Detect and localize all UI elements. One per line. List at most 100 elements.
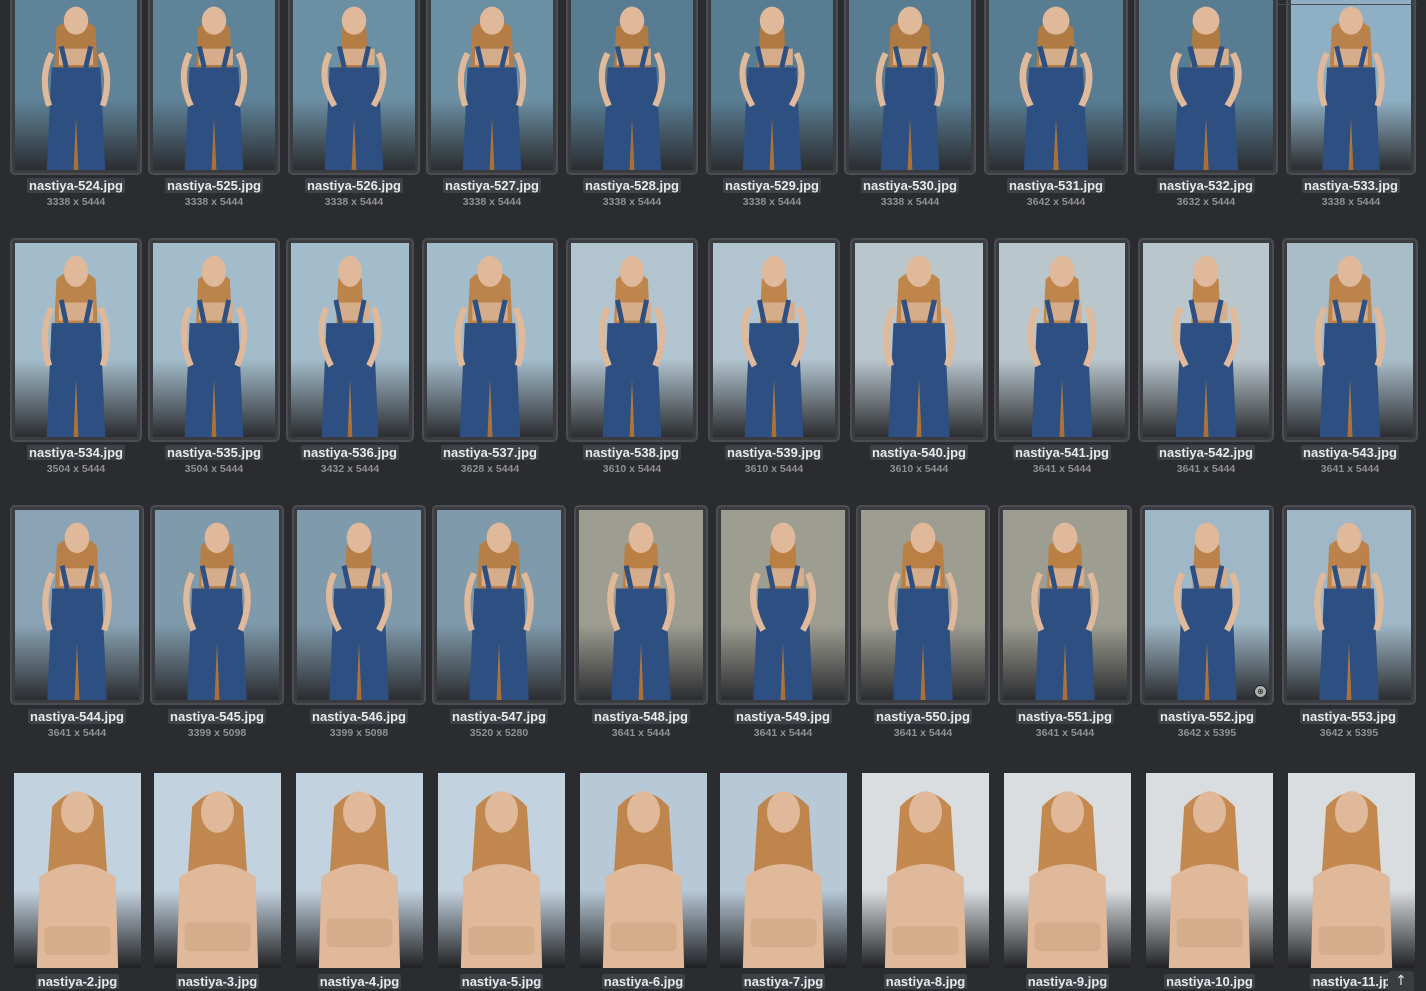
thumbnail-image[interactable] [1004,773,1131,968]
thumbnail-image[interactable] [438,773,565,968]
photo-preview [721,510,845,700]
thumbnail-dimensions: 3399 x 5098 [329,727,389,739]
thumbnail-filename: nastiya-524.jpg [0,178,152,193]
thumbnail-image[interactable]: ⊕ [1140,505,1274,705]
filename-label: nastiya-527.jpg [443,178,541,193]
thumbnail-dimensions: 3642 x 5395 [1319,727,1379,739]
thumbnail-filename: nastiya-542.jpg [1128,445,1284,460]
filename-label: nastiya-5.jpg [459,974,544,989]
thumbnail-image[interactable] [998,505,1132,705]
thumbnail-image[interactable] [286,238,414,442]
thumbnail-filename: nastiya-528.jpg [556,178,708,193]
thumbnail-image[interactable] [566,238,698,442]
thumbnail-filename: nastiya-539.jpg [698,445,850,460]
thumbnail-image[interactable] [1134,0,1278,175]
thumbnail-dimensions: 3641 x 5444 [611,727,671,739]
thumbnail-image[interactable] [432,505,566,705]
filename-label: nastiya-544.jpg [28,709,126,724]
thumbnail-image[interactable] [856,505,990,705]
filename-label: nastiya-541.jpg [1013,445,1111,460]
thumbnail-image[interactable] [288,0,420,175]
thumbnail-image[interactable] [422,238,558,442]
thumbnail-image[interactable] [1286,0,1416,175]
photo-preview [427,243,553,437]
scroll-to-top-button[interactable]: ↑ [1388,971,1414,991]
thumbnail-dimensions: 3338 x 5444 [46,196,106,208]
filename-label: nastiya-536.jpg [301,445,399,460]
filename-label: nastiya-10.jpg [1164,974,1255,989]
thumbnail-dimensions: 3338 x 5444 [184,196,244,208]
thumbnail-image[interactable] [850,238,988,442]
photo-preview [849,0,971,170]
thumbnail-filename: nastiya-536.jpg [276,445,424,460]
photo-preview [291,243,409,437]
filename-label: nastiya-524.jpg [27,178,125,193]
thumbnail-filename: nastiya-527.jpg [416,178,568,193]
thumbnail-image[interactable] [574,505,708,705]
thumbnail-image[interactable] [10,0,142,175]
thumbnail-image[interactable] [1138,238,1274,442]
thumbnail-image[interactable] [292,505,426,705]
filename-label: nastiya-546.jpg [310,709,408,724]
thumbnail-dimensions: 3520 x 5280 [469,727,529,739]
filename-label: nastiya-539.jpg [725,445,823,460]
thumbnail-filename: nastiya-9.jpg [994,974,1141,989]
filename-label: nastiya-551.jpg [1016,709,1114,724]
thumbnail-dimensions: 3338 x 5444 [1321,196,1381,208]
photo-preview [1139,0,1273,170]
photo-preview [15,510,139,700]
thumbnail-image[interactable] [1282,505,1416,705]
thumbnail-image[interactable] [148,238,280,442]
thumbnail-image[interactable] [148,0,280,175]
thumbnail-image[interactable] [580,773,707,968]
thumbnail-image[interactable] [566,0,698,175]
thumbnail-image[interactable] [862,773,989,968]
filename-label: nastiya-9.jpg [1025,974,1110,989]
filename-label: nastiya-530.jpg [861,178,959,193]
filename-label: nastiya-547.jpg [450,709,548,724]
thumbnail-image[interactable] [708,238,840,442]
filename-label: nastiya-529.jpg [723,178,821,193]
photo-preview [1143,243,1269,437]
photo-preview [1287,510,1411,700]
photo-preview [579,510,703,700]
thumbnail-dimensions: 3504 x 5444 [184,463,244,475]
filename-label: nastiya-548.jpg [592,709,690,724]
thumbnail-image[interactable] [10,238,142,442]
thumbnail-image[interactable] [716,505,850,705]
thumbnail-image[interactable] [426,0,558,175]
thumbnail-dimensions: 3641 x 5444 [47,727,107,739]
thumbnail-image[interactable] [844,0,976,175]
photo-preview [713,243,835,437]
thumbnail-image[interactable] [296,773,423,968]
thumbnail-filename: nastiya-551.jpg [988,709,1142,724]
filename-label: nastiya-8.jpg [883,974,968,989]
thumbnail-image[interactable] [154,773,281,968]
thumbnail-image[interactable] [1282,238,1418,442]
photo-preview [1288,773,1415,968]
thumbnail-dimensions: 3641 x 5444 [753,727,813,739]
thumbnail-image[interactable] [150,505,284,705]
zoom-icon[interactable]: ⊕ [1254,685,1267,698]
thumbnail-image[interactable] [14,773,141,968]
filename-label: nastiya-6.jpg [601,974,686,989]
filename-label: nastiya-549.jpg [734,709,832,724]
thumbnail-image[interactable] [1288,773,1415,968]
thumbnail-filename: nastiya-525.jpg [138,178,290,193]
thumbnail-filename: nastiya-553.jpg [1272,709,1426,724]
thumbnail-filename: nastiya-4.jpg [286,974,433,989]
thumbnail-filename: nastiya-540.jpg [840,445,998,460]
toolbar-edge [1277,0,1417,5]
thumbnail-gallery: nastiya-524.jpg 3338 x 5444 nastiya-525.jp… [0,0,1426,991]
thumbnail-filename: nastiya-537.jpg [412,445,568,460]
thumbnail-filename: nastiya-550.jpg [846,709,1000,724]
photo-preview [861,510,985,700]
thumbnail-image[interactable] [706,0,838,175]
thumbnail-dimensions: 3338 x 5444 [742,196,802,208]
thumbnail-image[interactable] [720,773,847,968]
thumbnail-image[interactable] [10,505,144,705]
thumbnail-image[interactable] [984,0,1128,175]
thumbnail-image[interactable] [994,238,1130,442]
filename-label: nastiya-526.jpg [305,178,403,193]
thumbnail-image[interactable] [1146,773,1273,968]
